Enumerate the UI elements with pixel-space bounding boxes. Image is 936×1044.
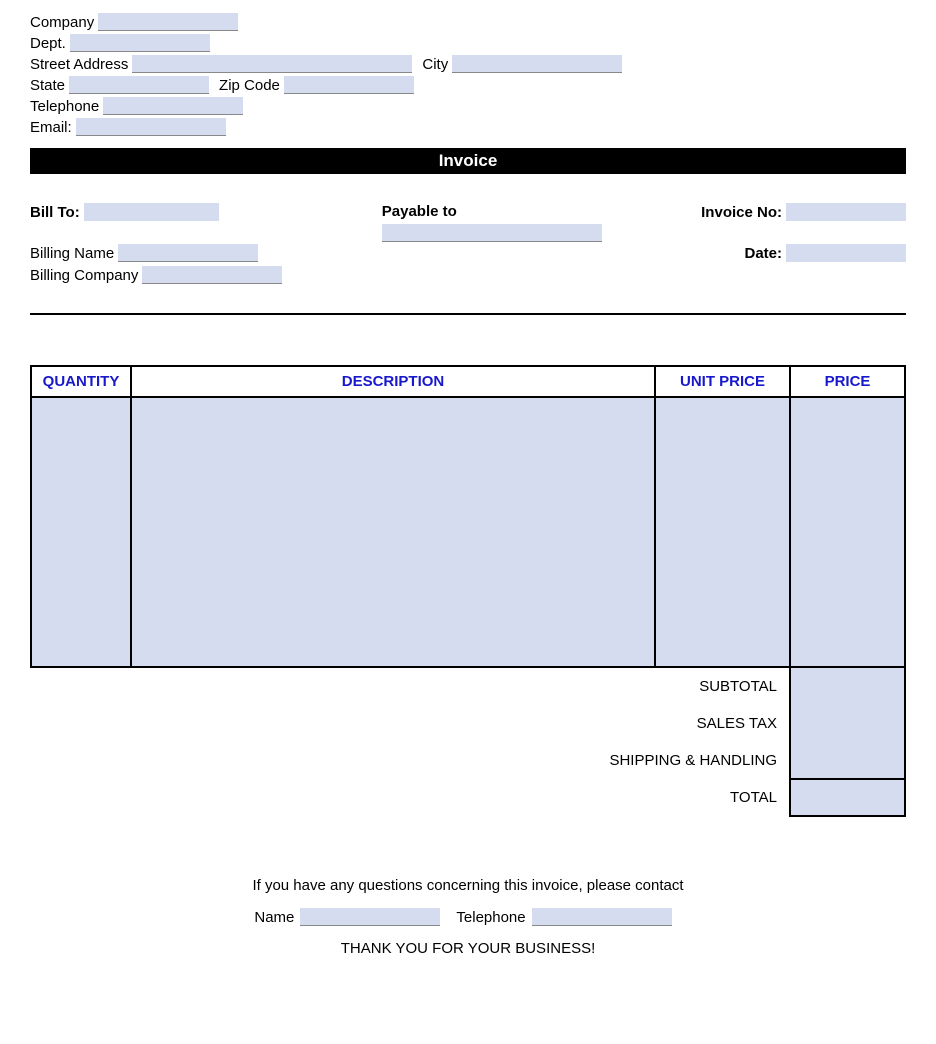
email-label: Email:: [30, 119, 72, 136]
date-label: Date:: [744, 245, 782, 262]
company-field[interactable]: [98, 13, 238, 31]
total-label: TOTAL: [597, 779, 790, 816]
street-field[interactable]: [132, 55, 412, 73]
table-row: [31, 397, 905, 667]
sales-tax-value[interactable]: [790, 705, 905, 742]
invoice-no-label: Invoice No:: [701, 204, 782, 221]
billing-company-field[interactable]: [142, 266, 282, 284]
sales-tax-label: SALES TAX: [597, 705, 790, 742]
payable-to-field[interactable]: [382, 224, 602, 242]
cell-quantity[interactable]: [31, 397, 131, 667]
billing-name-field[interactable]: [118, 244, 258, 262]
billing-section: Bill To: Billing Name Billing Company Pa…: [30, 199, 906, 288]
footer-name-label: Name: [254, 909, 294, 926]
telephone-label: Telephone: [30, 98, 99, 115]
zip-field[interactable]: [284, 76, 414, 94]
questions-text: If you have any questions concerning thi…: [30, 877, 906, 894]
state-label: State: [30, 77, 65, 94]
cell-unit-price[interactable]: [655, 397, 790, 667]
city-field[interactable]: [452, 55, 622, 73]
bill-to-field[interactable]: [84, 203, 219, 221]
shipping-label: SHIPPING & HANDLING: [597, 742, 790, 779]
cell-description[interactable]: [131, 397, 655, 667]
header-description: DESCRIPTION: [131, 366, 655, 397]
footer-name-field[interactable]: [300, 908, 440, 926]
footer-telephone-field[interactable]: [532, 908, 672, 926]
footer: If you have any questions concerning thi…: [30, 877, 906, 957]
subtotal-label: SUBTOTAL: [597, 668, 790, 705]
invoice-no-field[interactable]: [786, 203, 906, 221]
cell-price[interactable]: [790, 397, 905, 667]
subtotal-value[interactable]: [790, 668, 905, 705]
bill-to-label: Bill To:: [30, 204, 80, 221]
billing-company-label: Billing Company: [30, 267, 138, 284]
invoice-title: Invoice: [30, 148, 906, 174]
payable-to-label: Payable to: [382, 203, 457, 220]
total-value[interactable]: [790, 779, 905, 816]
city-label: City: [422, 56, 448, 73]
company-label: Company: [30, 14, 94, 31]
header-quantity: QUANTITY: [31, 366, 131, 397]
street-label: Street Address: [30, 56, 128, 73]
zip-label: Zip Code: [219, 77, 280, 94]
header-price: PRICE: [790, 366, 905, 397]
state-field[interactable]: [69, 76, 209, 94]
dept-label: Dept.: [30, 35, 66, 52]
shipping-value[interactable]: [790, 742, 905, 779]
totals-table: SUBTOTAL SALES TAX SHIPPING & HANDLING T…: [597, 668, 906, 817]
dept-field[interactable]: [70, 34, 210, 52]
footer-telephone-label: Telephone: [456, 909, 525, 926]
header-unit-price: UNIT PRICE: [655, 366, 790, 397]
email-field[interactable]: [76, 118, 226, 136]
date-field[interactable]: [786, 244, 906, 262]
header-block: Company Dept. Street Address City State …: [30, 13, 906, 136]
telephone-field[interactable]: [103, 97, 243, 115]
thanks-text: THANK YOU FOR YOUR BUSINESS!: [30, 940, 906, 957]
separator: [30, 313, 906, 315]
items-table: QUANTITY DESCRIPTION UNIT PRICE PRICE: [30, 365, 906, 668]
billing-name-label: Billing Name: [30, 245, 114, 262]
